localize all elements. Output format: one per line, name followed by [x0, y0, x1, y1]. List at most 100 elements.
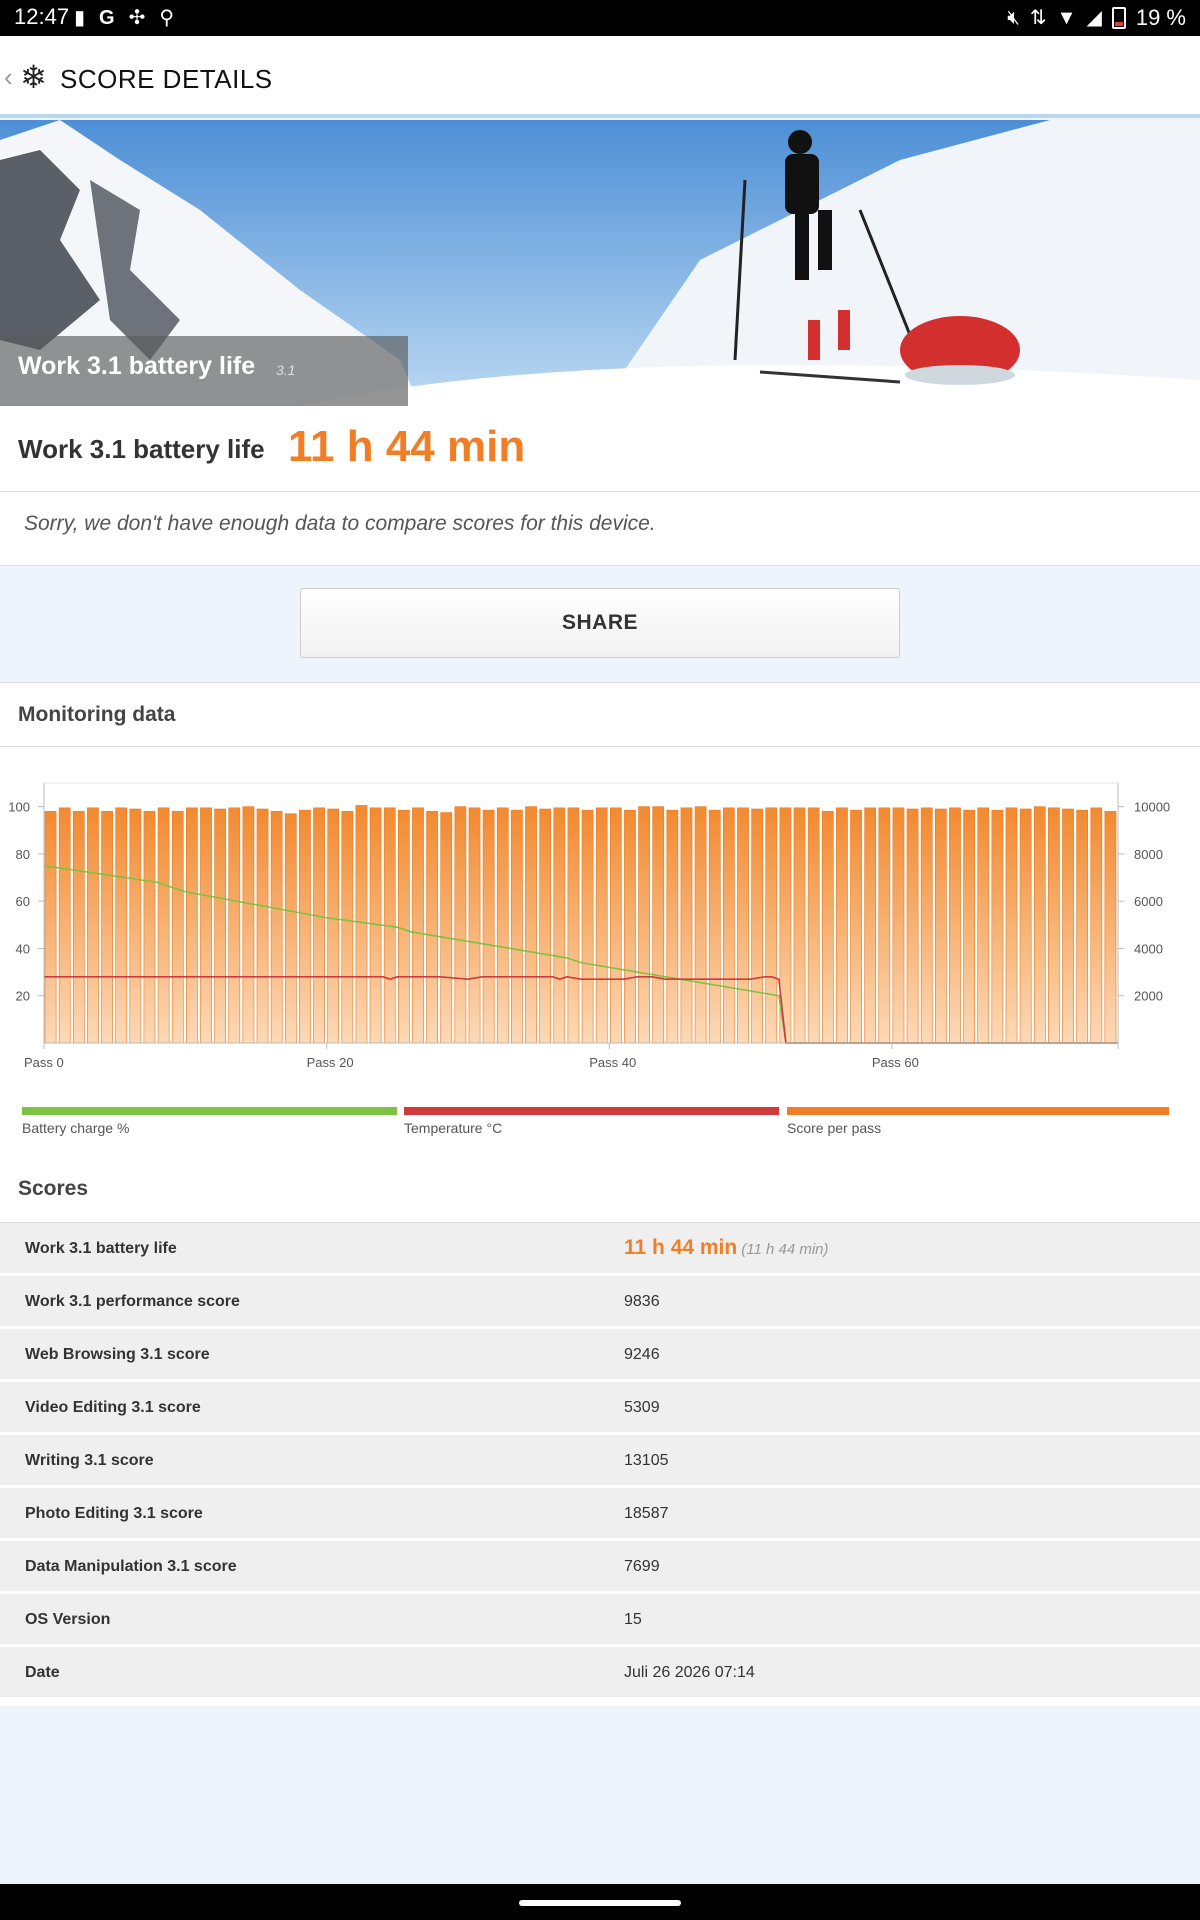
x-tick-label: Pass 0: [24, 1055, 64, 1070]
score-bar: [482, 809, 495, 1044]
score-bar: [284, 813, 297, 1044]
score-name: Data Manipulation 3.1 score: [25, 1558, 237, 1575]
score-row: Video Editing 3.1 score 5309: [0, 1382, 1200, 1435]
legend-score-label: Score per pass: [787, 1120, 882, 1136]
score-value: 15: [624, 1611, 642, 1629]
score-bar: [1019, 808, 1032, 1044]
score-bar: [58, 807, 71, 1044]
score-bar: [949, 807, 961, 1044]
score-bar: [934, 808, 947, 1044]
score-row: OS Version 15: [0, 1594, 1200, 1647]
score-value: 13105: [624, 1452, 669, 1470]
score-bar: [609, 807, 622, 1044]
score-bar: [963, 809, 975, 1044]
score-bar: [1076, 809, 1089, 1044]
score-bar: [751, 808, 764, 1044]
battery-icon: [1111, 7, 1126, 29]
score-bar: [468, 807, 481, 1044]
score-bar: [539, 808, 552, 1044]
battery-alert-icon: ▮: [74, 7, 86, 29]
score-bar: [892, 807, 905, 1044]
x-tick-label: Pass 20: [307, 1055, 354, 1070]
score-value: 18587: [624, 1505, 669, 1523]
score-bar: [553, 807, 566, 1044]
score-bar: [228, 807, 241, 1044]
score-bar: [299, 809, 311, 1044]
score-bar: [977, 807, 990, 1044]
y-right-tick-label: 2000: [1134, 989, 1163, 1004]
google-icon: G: [99, 7, 115, 29]
score-bar: [694, 806, 707, 1044]
3dmark-logo-icon[interactable]: ❄: [20, 58, 47, 96]
compare-message: Sorry, we don't have enough data to comp…: [24, 512, 656, 535]
divider: [0, 746, 1200, 747]
monitoring-chart: 20 40 60 80 100 2000 4000 6000 8000 10000 Pass 0 Pa…: [8, 782, 1170, 1070]
score-bar: [765, 807, 778, 1044]
legend-battery-label: Battery charge %: [22, 1120, 130, 1136]
score-value-text: 13105: [624, 1452, 669, 1469]
score-bar: [157, 807, 170, 1044]
result-row: Work 3.1 battery life 11 h 44 min: [0, 406, 1200, 492]
score-bar: [511, 809, 523, 1044]
scores-table: Work 3.1 battery life 11 h 44 min (11 h 44…: [0, 1222, 1200, 1700]
score-bar: [214, 808, 227, 1044]
score-bar: [920, 807, 933, 1044]
scores-title: Scores: [18, 1177, 89, 1200]
score-value-text: 7699: [624, 1558, 660, 1575]
score-bar: [129, 808, 142, 1044]
score-bar: [1104, 811, 1117, 1044]
score-bar: [1048, 807, 1060, 1044]
y-right-tick-label: 4000: [1134, 941, 1163, 956]
score-bar: [652, 806, 665, 1044]
x-tick-label: Pass 40: [589, 1055, 636, 1070]
share-button[interactable]: SHARE: [300, 588, 900, 658]
score-row: Work 3.1 performance score 9836: [0, 1276, 1200, 1329]
score-bar: [341, 811, 354, 1044]
legend-temperature-swatch: [404, 1107, 779, 1115]
score-row: Photo Editing 3.1 score 18587: [0, 1488, 1200, 1541]
mute-icon: 🔇︎: [1007, 7, 1020, 29]
score-value: 9246: [624, 1346, 660, 1364]
data-arrows-icon: ⇅: [1029, 7, 1047, 29]
score-row: Date Juli 26 2026 07:14: [0, 1647, 1200, 1700]
y-right-tick-label: 8000: [1134, 847, 1163, 862]
hero-title: Work 3.1 battery life: [18, 352, 256, 380]
score-name: Work 3.1 performance score: [25, 1293, 240, 1310]
score-value-text: Juli 26 2026 07:14: [624, 1664, 755, 1681]
score-bar: [525, 806, 537, 1044]
score-name: Photo Editing 3.1 score: [25, 1505, 203, 1522]
hero-version: 3.1: [276, 362, 296, 378]
hero-image: Work 3.1 battery life 3.1: [0, 120, 1200, 406]
y-right-tick-label: 6000: [1134, 894, 1163, 909]
score-bar: [638, 806, 650, 1044]
score-value-text: 11 h 44 min: [624, 1236, 738, 1259]
score-bar: [1062, 808, 1074, 1044]
score-bar: [454, 806, 467, 1044]
score-bar: [680, 807, 693, 1044]
y-left-tick-label: 60: [16, 894, 30, 909]
score-value: Juli 26 2026 07:14: [624, 1664, 755, 1682]
score-value-text: 15: [624, 1611, 642, 1628]
score-value: 5309: [624, 1399, 660, 1417]
score-bar: [270, 811, 283, 1044]
score-bar: [72, 811, 85, 1044]
y-left-tick-label: 40: [16, 941, 30, 956]
result-value: 11 h 44 min: [288, 422, 526, 471]
score-bar: [723, 807, 735, 1044]
back-chevron-icon[interactable]: ‹: [4, 62, 13, 93]
score-value: 7699: [624, 1558, 660, 1576]
score-bar: [793, 807, 806, 1044]
home-gesture-handle[interactable]: [519, 1900, 681, 1906]
score-name: OS Version: [25, 1611, 111, 1628]
legend-score-swatch: [787, 1107, 1169, 1115]
score-bar: [595, 807, 608, 1044]
score-bar: [242, 806, 255, 1044]
legend-temperature-label: Temperature °C: [404, 1120, 503, 1136]
score-bar: [836, 807, 848, 1044]
score-bar: [906, 808, 919, 1044]
legend-battery-swatch: [22, 1107, 397, 1115]
score-bar: [850, 809, 862, 1044]
score-bar: [1090, 807, 1103, 1044]
score-bar: [624, 809, 636, 1044]
score-bar: [313, 807, 325, 1044]
